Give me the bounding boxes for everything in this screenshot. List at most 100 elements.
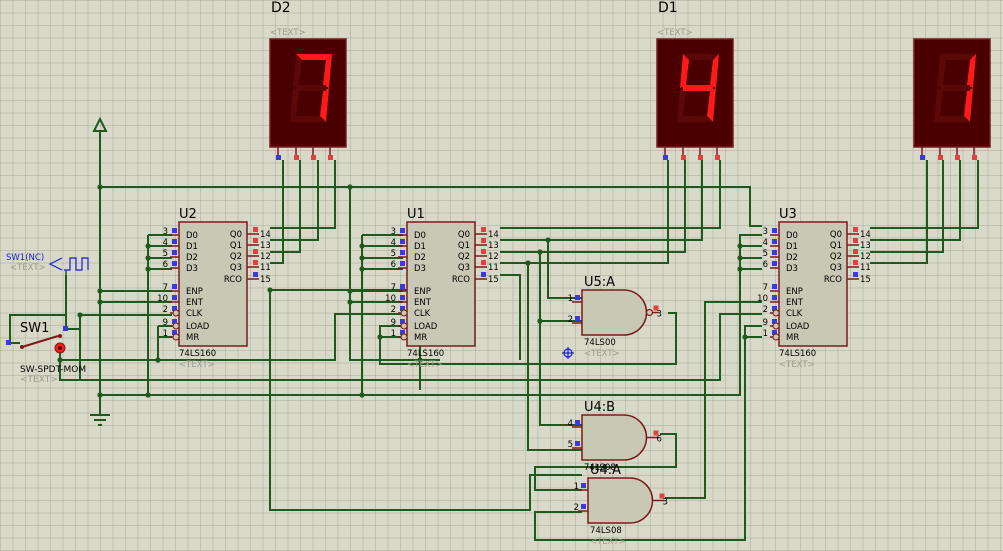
pin-state bbox=[853, 272, 858, 277]
pin-name: RCO bbox=[452, 275, 470, 285]
ground-terminal[interactable] bbox=[90, 395, 110, 426]
pin-number: 1 bbox=[574, 482, 579, 492]
pin-state bbox=[581, 483, 586, 488]
counter-u3[interactable]: U3 74LS160<TEXT> 3 D0 4 D1 5 D2 6 D3 7 ENP 10 ENT 2 CLK… bbox=[757, 207, 871, 370]
gates: U5:A74LS00<TEXT>123U4:B74LS08456U4:A74LS… bbox=[568, 275, 668, 547]
pin-name: LOAD bbox=[414, 322, 438, 332]
junction-dot bbox=[97, 184, 103, 190]
display-pin bbox=[681, 155, 686, 160]
pin-number: 14 bbox=[488, 230, 499, 240]
pin-number: 11 bbox=[860, 263, 871, 273]
pin-state bbox=[853, 227, 858, 232]
pin-name: LOAD bbox=[786, 322, 810, 332]
clock-source[interactable]: SW1(NC) <TEXT> bbox=[6, 253, 89, 276]
pin-name: Q0 bbox=[458, 230, 470, 240]
gate-tag: <TEXT> bbox=[590, 537, 626, 547]
power-terminal[interactable] bbox=[92, 116, 108, 132]
probe-cursor-icon[interactable] bbox=[562, 347, 574, 359]
pin-state bbox=[481, 260, 486, 265]
junction-dot bbox=[347, 299, 353, 305]
pin-bubble bbox=[772, 333, 780, 341]
counter-u1[interactable]: U1 74LS160<TEXT> 3 D0 4 D1 5 D2 6 D3 7 ENP 10 ENT 2 CLK… bbox=[385, 207, 499, 370]
switch-part: SW-SPDT-MOM bbox=[20, 365, 86, 375]
pin-bubble bbox=[400, 309, 408, 317]
pin-name: LOAD bbox=[186, 322, 210, 332]
switch-button-dot bbox=[58, 346, 62, 350]
pin-state bbox=[253, 272, 258, 277]
pin-name: D3 bbox=[786, 264, 798, 274]
wire bbox=[500, 160, 669, 264]
junction-dot bbox=[145, 392, 151, 398]
pin-state bbox=[853, 238, 858, 243]
pin-number: 1 bbox=[391, 329, 396, 339]
pin-number: 13 bbox=[260, 241, 271, 251]
switch-pin bbox=[63, 326, 68, 331]
pin-state bbox=[575, 420, 580, 425]
wire bbox=[270, 160, 284, 264]
pin-name: RCO bbox=[824, 275, 842, 285]
pin-name: MR bbox=[414, 333, 427, 343]
pin-name: ENT bbox=[414, 298, 432, 308]
segment-a bbox=[683, 54, 719, 60]
seven-segment-display[interactable] bbox=[913, 38, 991, 160]
segment-g bbox=[296, 85, 326, 91]
pin-number: 1 bbox=[163, 329, 168, 339]
pin-name: Q1 bbox=[458, 241, 470, 251]
pin-name: D2 bbox=[786, 253, 798, 263]
gate-part: 74LS08 bbox=[590, 526, 622, 536]
gate-ref: U5:A bbox=[584, 275, 615, 290]
seven-segment-display[interactable]: D2 <TEXT> bbox=[269, 0, 347, 160]
gate-body bbox=[581, 414, 648, 461]
pin-name: RCO bbox=[224, 275, 242, 285]
wire bbox=[270, 160, 336, 229]
junction-dot bbox=[737, 266, 743, 272]
pin-number: 9 bbox=[163, 318, 168, 328]
schematic-canvas[interactable]: D2 <TEXT> D1 <TEXT> U2 74LS160 <TEXT> 3 D0 4 D1 5 D… bbox=[0, 0, 1003, 551]
pin-state bbox=[772, 261, 777, 266]
pin-state bbox=[172, 239, 177, 244]
seven-segment-display[interactable]: D1 <TEXT> bbox=[656, 0, 734, 160]
pin-state bbox=[253, 260, 258, 265]
segment-d bbox=[934, 116, 970, 122]
pin-number: 6 bbox=[763, 260, 768, 270]
display-tag: <TEXT> bbox=[657, 28, 693, 38]
pin-name: Q2 bbox=[458, 252, 470, 262]
junction-dot bbox=[737, 255, 743, 261]
junction-dot bbox=[359, 243, 365, 249]
pin-number: 14 bbox=[860, 230, 871, 240]
display-pin bbox=[328, 155, 333, 160]
pin-state bbox=[481, 249, 486, 254]
clock-waveform-icon bbox=[64, 257, 89, 271]
counter-part: 74LS160 bbox=[179, 349, 216, 359]
pin-name: D1 bbox=[186, 242, 198, 252]
pin-number: 3 bbox=[391, 227, 396, 237]
pin-number: 2 bbox=[574, 503, 579, 513]
switch-pivot bbox=[20, 345, 24, 349]
pin-number: 11 bbox=[488, 263, 499, 273]
pin-number: 3 bbox=[657, 310, 662, 320]
gate-u5-a[interactable]: U5:A 74LS00<TEXT> 1 2 3 bbox=[568, 275, 662, 359]
wire bbox=[100, 186, 762, 227]
gate-u4-a[interactable]: U4:A 74LS08<TEXT> 1 2 3 bbox=[574, 463, 668, 547]
counter-u2[interactable]: U2 74LS160<TEXT> 3 D0 4 D1 5 D2 6 D3 7 ENP 10 ENT 2 CLK… bbox=[157, 207, 271, 370]
gate-part: 74LS00 bbox=[584, 338, 616, 348]
switch-contact bbox=[58, 334, 62, 338]
junction-dot bbox=[359, 266, 365, 272]
pin-name: Q2 bbox=[230, 252, 242, 262]
pin-number: 4 bbox=[763, 238, 768, 248]
gate-tag: <TEXT> bbox=[584, 349, 620, 359]
pin-name: Q0 bbox=[230, 230, 242, 240]
pin-bubble bbox=[172, 333, 180, 341]
pin-bubble bbox=[400, 322, 408, 330]
pin-number: 7 bbox=[763, 283, 768, 293]
pin-bubble bbox=[172, 309, 180, 317]
switch-sw1[interactable]: SW1 SW-SPDT-MOM <TEXT> bbox=[6, 321, 86, 385]
counter-part: 74LS160 bbox=[407, 349, 444, 359]
wire bbox=[527, 263, 582, 451]
pin-state bbox=[172, 284, 177, 289]
junction-dot bbox=[347, 184, 353, 190]
counter-ref: U3 bbox=[779, 207, 797, 222]
pin-state bbox=[772, 250, 777, 255]
pin-number: 10 bbox=[385, 294, 396, 304]
wire bbox=[870, 160, 944, 253]
